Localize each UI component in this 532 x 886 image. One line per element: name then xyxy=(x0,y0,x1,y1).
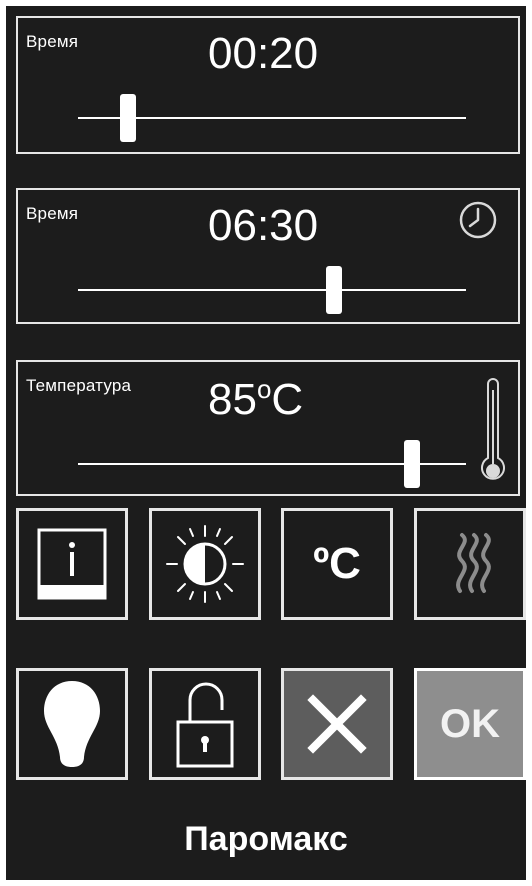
control-screen: Время 00:20 Время 06:30 Температура 85oC xyxy=(6,6,526,880)
temperature-panel: Температура 85oC xyxy=(16,360,520,496)
slider-thumb[interactable] xyxy=(326,266,343,314)
temperature-number: 85 xyxy=(208,375,257,424)
time-slider-1[interactable] xyxy=(78,94,466,142)
ok-label: OK xyxy=(440,701,500,746)
steam-icon xyxy=(440,529,500,599)
celsius-button[interactable]: ºC xyxy=(281,508,393,620)
time-panel-1: Время 00:20 xyxy=(16,16,520,154)
steam-button[interactable] xyxy=(414,508,526,620)
info-button[interactable] xyxy=(16,508,128,620)
ok-button[interactable]: OK xyxy=(414,668,526,780)
temperature-value: 85oC xyxy=(208,376,303,422)
time-label-1: Время xyxy=(26,32,79,51)
time-slider-2[interactable] xyxy=(78,266,466,314)
light-button[interactable] xyxy=(16,668,128,780)
brand-name: Паромакс xyxy=(184,820,348,858)
info-icon xyxy=(36,527,108,601)
thermometer-icon xyxy=(480,376,506,493)
time-panel-2: Время 06:30 xyxy=(16,188,520,324)
unlocked-padlock-icon xyxy=(174,678,236,770)
brightness-button[interactable] xyxy=(149,508,261,620)
slider-thumb[interactable] xyxy=(120,94,137,142)
temperature-unit: C xyxy=(271,375,304,424)
celsius-label: ºC xyxy=(313,539,361,588)
time-label-2: Время xyxy=(26,204,79,223)
cancel-button[interactable] xyxy=(281,668,393,780)
clock-icon xyxy=(458,200,498,245)
brightness-contrast-icon xyxy=(161,520,249,608)
slider-thumb[interactable] xyxy=(403,440,420,488)
temperature-label: Температура xyxy=(26,376,132,395)
time-value-1: 00:20 xyxy=(208,29,319,78)
temperature-slider[interactable] xyxy=(78,440,466,488)
close-icon xyxy=(305,692,369,756)
slider-track xyxy=(78,117,466,119)
degree-sign: o xyxy=(256,374,272,404)
slider-track xyxy=(78,289,466,291)
time-value-2: 06:30 xyxy=(208,201,319,250)
light-bulb-icon xyxy=(40,677,104,771)
lock-button[interactable] xyxy=(149,668,261,780)
